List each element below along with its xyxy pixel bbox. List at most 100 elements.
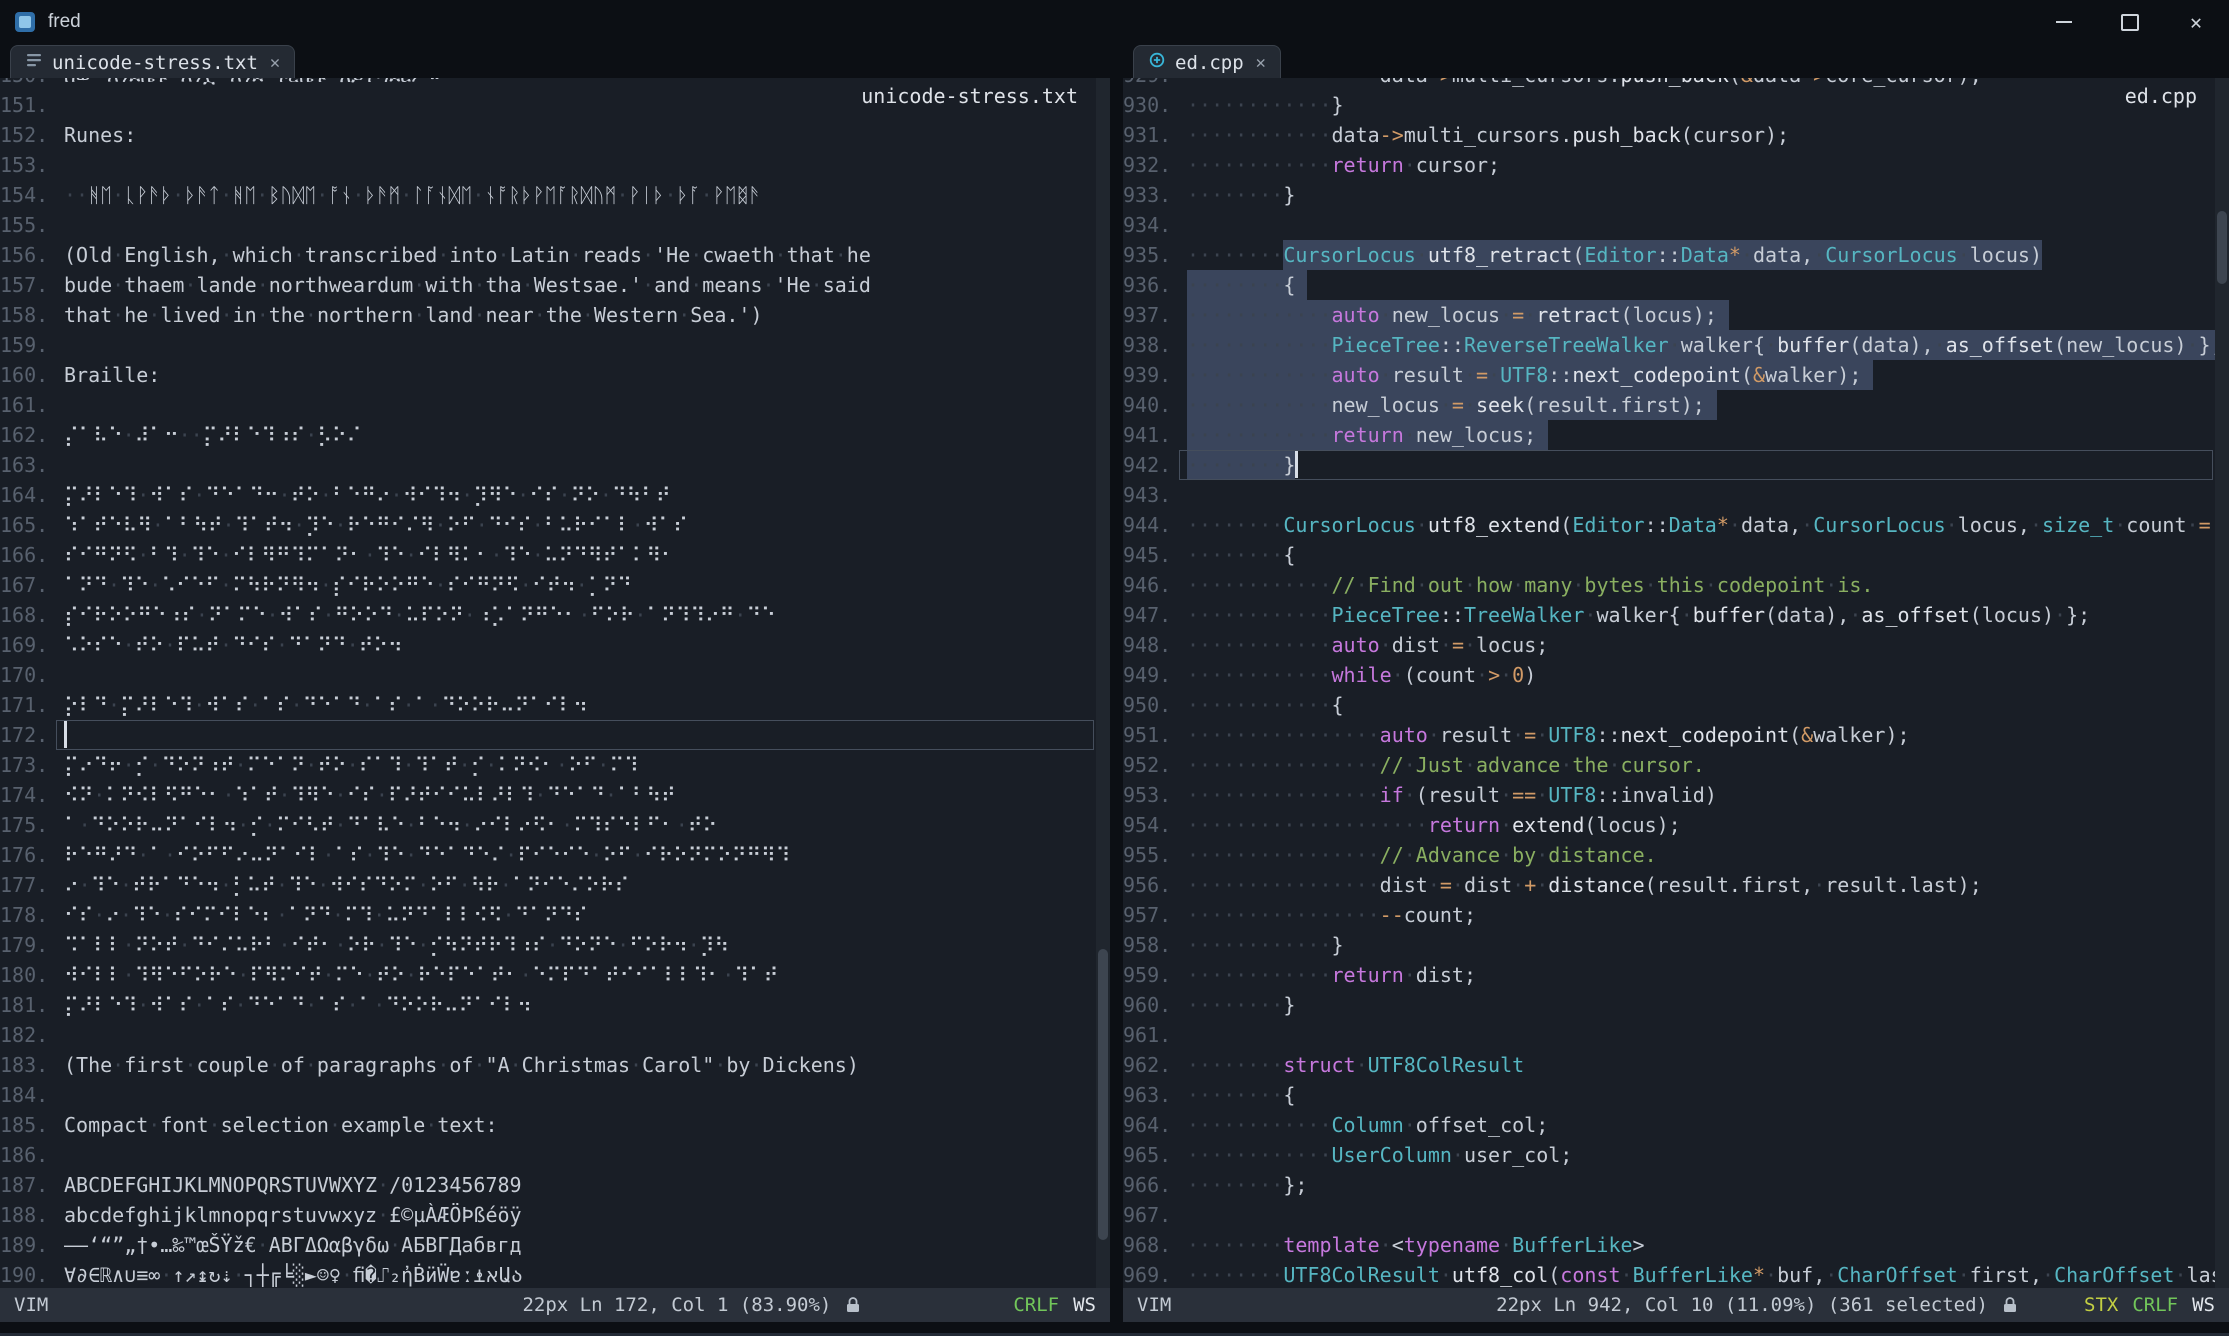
code-line[interactable]: 162.⡌⠁⠧⠑·⠼⠁⠒··⡍⠜⠇⠑⠹⠰⠎·⡣⠕⠌ [0, 420, 1110, 450]
code-line[interactable]: 958.············} [1123, 930, 2229, 960]
code-line[interactable]: 158.that·he·lived·in·the·northern·land·n… [0, 300, 1110, 330]
code-line[interactable]: 189.–—‘“”„†•…‰™œŠŸž€·ΑΒΓΔΩαβγδω·АБВГДабв… [0, 1230, 1110, 1260]
code-line[interactable]: 177.⠔·⠹⠑·⠞⠗⠁⠙⠑⠲·⡃⠥⠞·⠹⠑·⠺⠊⠎⠙⠕⠍·⠕⠋·⠳⠗·⠁⠝⠊⠑… [0, 870, 1110, 900]
code-line[interactable]: 966.········}; [1123, 1170, 2229, 1200]
code-line[interactable]: 959.············return·dist; [1123, 960, 2229, 990]
code-line[interactable]: 152.Runes: [0, 120, 1110, 150]
code-line[interactable]: 938.············PieceTree::ReverseTreeWa… [1123, 330, 2229, 360]
code-line[interactable]: 181.⡍⠜⠇⠑⠹·⠺⠁⠎·⠁⠎·⠙⠑⠁⠙·⠁⠎·⠁·⠙⠕⠕⠗⠤⠝⠁⠊⠇⠲ [0, 990, 1110, 1020]
pane-left: unicode-stress.txt ✕ 150.ሰው·እንደቤቱ·እንጅ·እን… [0, 44, 1110, 1322]
minimize-button[interactable] [2031, 0, 2097, 44]
code-line[interactable]: 953.················if·(result·==·UTF8::… [1123, 780, 2229, 810]
code-line[interactable]: 169.⠡⠕⠎⠑·⠞⠕·⠏⠥⠞·⠙⠊⠎·⠙⠁⠝⠙·⠞⠕⠲ [0, 630, 1110, 660]
code-line[interactable]: 955.················//·Advance·by·distan… [1123, 840, 2229, 870]
code-line[interactable]: 943. [1123, 480, 2229, 510]
code-line[interactable]: 939.············auto·result·=·UTF8::next… [1123, 360, 2229, 390]
code-line[interactable]: 957.················--count; [1123, 900, 2229, 930]
maximize-button[interactable] [2097, 0, 2163, 44]
line-number: 152. [0, 120, 48, 150]
code-line[interactable]: 944.········CursorLocus·utf8_extend(Edit… [1123, 510, 2229, 540]
code-line[interactable]: 167.⠁⠝⠙·⠹⠑·⠡⠊⠑⠋·⠍⠳⠗⠝⠻⠲·⡎⠊⠗⠕⠕⠛⠑·⠎⠊⠛⠝⠫·⠊⠞⠲… [0, 570, 1110, 600]
editor-right[interactable]: 929.················data->multi_cursors.… [1123, 78, 2229, 1288]
code-line[interactable]: 174.⠪⠝·⠅⠝⠪⠇⠫⠛⠑⠂·⠱⠁⠞·⠹⠻⠑·⠊⠎·⠏⠜⠞⠊⠊⠥⠇⠜⠇⠹·⠙⠑… [0, 780, 1110, 810]
code-line[interactable]: 930.············} [1123, 90, 2229, 120]
code-line[interactable]: 964.············Column·offset_col; [1123, 1110, 2229, 1140]
code-line[interactable]: 179.⠩⠁⠇⠇·⠝⠕⠞·⠙⠊⠌⠥⠗⠃·⠊⠞⠂·⠕⠗·⠹⠑·⡊⠳⠝⠞⠗⠹⠰⠎·⠙… [0, 930, 1110, 960]
scrollbar-right[interactable] [2215, 78, 2229, 1288]
code-line[interactable]: 175.⠁·⠙⠕⠕⠗⠤⠝⠁⠊⠇⠲·⡊·⠍⠊⠣⠞·⠙⠁⠧⠑·⠃⠑⠲·⠔⠊⠇⠔⠫⠂·… [0, 810, 1110, 840]
code-line[interactable]: 935.········CursorLocus·utf8_retract(Edi… [1123, 240, 2229, 270]
code-line[interactable]: 176.⠗⠑⠛⠜⠙·⠁·⠊⠕⠋⠋⠔⠤⠝⠁⠊⠇·⠁⠎·⠹⠑·⠙⠑⠁⠙⠑⠌·⠏⠊⠑⠊… [0, 840, 1110, 870]
titlebar[interactable]: fred ✕ [0, 0, 2229, 44]
code-line[interactable]: 155. [0, 210, 1110, 240]
code-line[interactable]: 173.⡍⠔⠙⠖·⡊·⠙⠕⠝⠰⠞·⠍⠑⠁⠝·⠞⠕·⠎⠁⠹·⠹⠁⠞·⡊·⠅⠝⠪⠂·… [0, 750, 1110, 780]
code-line[interactable]: 962.········struct·UTF8ColResult [1123, 1050, 2229, 1080]
code-line[interactable]: 933.········} [1123, 180, 2229, 210]
code-line[interactable]: 165.⠱⠁⠞⠑⠧⠻·⠁⠃⠳⠞·⠹⠁⠞⠲·⡹⠑·⠗⠑⠛⠊⠌⠻·⠕⠋·⠙⠊⠎·⠃⠥… [0, 510, 1110, 540]
code-line[interactable]: 936.········{ [1123, 270, 2229, 300]
code-line[interactable]: 190.∀∂∈ℝ∧∪≡∞·↑↗↨↻⇣·┐┼╔╘░►☺♀·ﬁ�⑀₂ἠḂӥẄɐː⍎א… [0, 1260, 1110, 1288]
code-line[interactable]: 170. [0, 660, 1110, 690]
code-line[interactable]: 187.ABCDEFGHIJKLMNOPQRSTUVWXYZ·/01234567… [0, 1170, 1110, 1200]
code-line[interactable]: 159. [0, 330, 1110, 360]
tab-unicode-stress[interactable]: unicode-stress.txt ✕ [10, 45, 295, 79]
close-button[interactable]: ✕ [2163, 0, 2229, 44]
code-line[interactable]: 180.⠺⠊⠇⠇·⠹⠻⠑⠋⠕⠗⠑·⠏⠻⠍⠊⠞·⠍⠑·⠞⠕·⠗⠑⠏⠑⠁⠞⠂·⠑⠍⠏… [0, 960, 1110, 990]
tab-ed-cpp[interactable]: ed.cpp ✕ [1133, 45, 1281, 79]
code-line[interactable]: 183.(The·first·couple·of·paragraphs·of·"… [0, 1050, 1110, 1080]
code-line[interactable]: 168.⡎⠊⠗⠕⠕⠛⠑⠰⠎·⠝⠁⠍⠑·⠺⠁⠎·⠛⠕⠕⠙·⠥⠏⠕⠝·⠰⡡⠁⠝⠛⠑⠂… [0, 600, 1110, 630]
code-line[interactable]: 171.⡕⠇⠙·⡍⠜⠇⠑⠹·⠺⠁⠎·⠁⠎·⠙⠑⠁⠙·⠁⠎·⠁·⠙⠕⠕⠗⠤⠝⠁⠊⠇… [0, 690, 1110, 720]
code-line[interactable]: 952.················//·Just·advance·the·… [1123, 750, 2229, 780]
code-line[interactable]: 949.············while·(count·>·0) [1123, 660, 2229, 690]
scrollbar-left[interactable] [1096, 78, 1110, 1288]
code-line[interactable]: 182. [0, 1020, 1110, 1050]
scrollbar-thumb[interactable] [1098, 949, 1108, 1239]
code-line[interactable]: 184. [0, 1080, 1110, 1110]
code-line[interactable]: 188.abcdefghijklmnopqrstuvwxyz·£©µÀÆÖÞßé… [0, 1200, 1110, 1230]
code-line[interactable]: 963.········{ [1123, 1080, 2229, 1110]
code-line[interactable]: 161. [0, 390, 1110, 420]
code-line[interactable]: 166.⠎⠊⠛⠝⠫·⠃⠹·⠹⠑·⠊⠇⠻⠛⠹⠍⠁⠝⠂·⠹⠑·⠊⠇⠻⠅⠂·⠹⠑·⠥⠝… [0, 540, 1110, 570]
code-line[interactable]: 954.····················return·extend(lo… [1123, 810, 2229, 840]
code-line[interactable]: 163. [0, 450, 1110, 480]
code-line[interactable]: 172. [0, 720, 1110, 750]
code-line[interactable]: 951.················auto·result·=·UTF8::… [1123, 720, 2229, 750]
code-line[interactable]: 950.············{ [1123, 690, 2229, 720]
code-line[interactable]: 154.··ᚻᛖ·ᚳᚹᚫᚦ·ᚦᚫᛏ·ᚻᛖ·ᛒᚢᛞᛖ·ᚩᚾ·ᚦᚫᛗ·ᛚᚪᚾᛞᛖ·ᚾ… [0, 180, 1110, 210]
code-line[interactable]: 941.············return·new_locus; [1123, 420, 2229, 450]
code-line[interactable]: 942.········} [1123, 450, 2229, 480]
code-line[interactable]: 932.············return·cursor; [1123, 150, 2229, 180]
code-line[interactable]: 969.········UTF8ColResult·utf8_col(const… [1123, 1260, 2229, 1288]
cursor-position: 22px Ln 942, Col 10 (11.09%) (361 select… [1496, 1294, 1988, 1316]
line-number: 155. [0, 210, 48, 240]
tab-close-icon[interactable]: ✕ [1256, 53, 1266, 73]
code-line[interactable]: 956.················dist·=·dist·+·distan… [1123, 870, 2229, 900]
code-line[interactable]: 945.········{ [1123, 540, 2229, 570]
code-line[interactable]: 929.················data->multi_cursors.… [1123, 78, 2229, 90]
code-line[interactable]: 185.Compact·font·selection·example·text: [0, 1110, 1110, 1140]
code-line[interactable]: 160.Braille: [0, 360, 1110, 390]
code-line[interactable]: 968.········template·<typename·BufferLik… [1123, 1230, 2229, 1260]
code-line[interactable]: 961. [1123, 1020, 2229, 1050]
status-flag-stx: STX [2084, 1294, 2118, 1316]
code-line[interactable]: 931.············data->multi_cursors.push… [1123, 120, 2229, 150]
code-line[interactable]: 967. [1123, 1200, 2229, 1230]
code-line[interactable]: 934. [1123, 210, 2229, 240]
code-line[interactable]: 186. [0, 1140, 1110, 1170]
code-line[interactable]: 960.········} [1123, 990, 2229, 1020]
tab-close-icon[interactable]: ✕ [270, 53, 280, 73]
code-line[interactable]: 965.············UserColumn·user_col; [1123, 1140, 2229, 1170]
code-line[interactable]: 940.············new_locus·=·seek(result.… [1123, 390, 2229, 420]
code-line[interactable]: 153. [0, 150, 1110, 180]
editor-left[interactable]: 150.ሰው·እንደቤቱ·እንጅ·እንደ·ጉረቤቱ·አይተዳደርም።151.15… [0, 78, 1110, 1288]
code-line[interactable]: 178.⠊⠎·⠔·⠹⠑·⠎⠊⠍⠊⠇⠑⠆·⠁⠝⠙·⠍⠹·⠥⠝⠙⠁⠇⠇⠪⠫·⠙⠁⠝⠙… [0, 900, 1110, 930]
code-line[interactable]: 937.············auto·new_locus·=·retract… [1123, 300, 2229, 330]
code-line[interactable]: 164.⡍⠜⠇⠑⠹·⠺⠁⠎·⠙⠑⠁⠙⠒·⠞⠕·⠃⠑⠛⠔·⠺⠊⠹⠲·⡹⠻⠑·⠊⠎·… [0, 480, 1110, 510]
code-line[interactable]: 948.············auto·dist·=·locus; [1123, 630, 2229, 660]
code-line[interactable]: 157.bude·thaem·lande·northweardum·with·t… [0, 270, 1110, 300]
code-line[interactable]: 156.(Old·English,·which·transcribed·into… [0, 240, 1110, 270]
line-number: 940. [1123, 390, 1171, 420]
scrollbar-thumb[interactable] [2217, 211, 2227, 284]
code-line[interactable]: 947.············PieceTree::TreeWalker·wa… [1123, 600, 2229, 630]
code-line[interactable]: 946.············//·Find·out·how·many·byt… [1123, 570, 2229, 600]
